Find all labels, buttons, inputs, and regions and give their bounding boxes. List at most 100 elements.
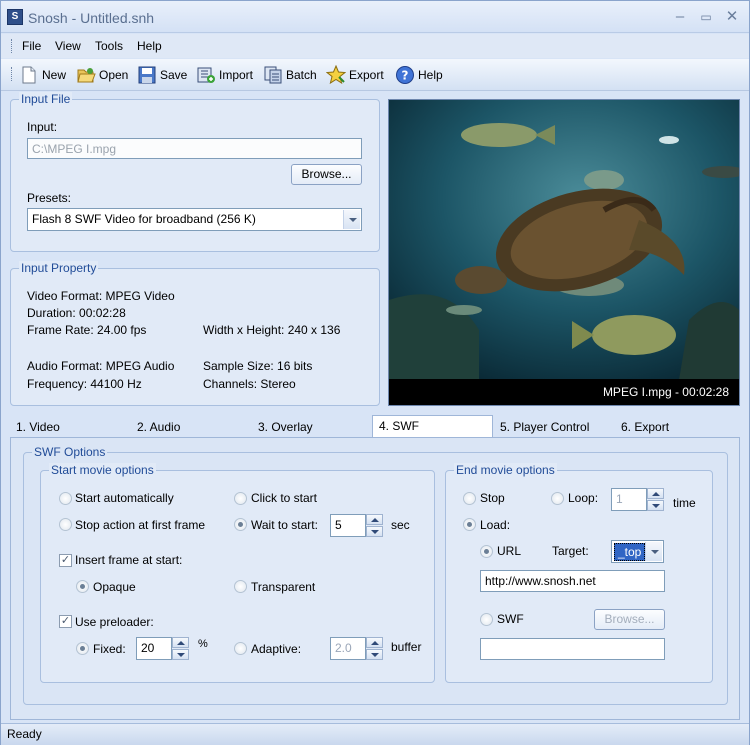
frame-rate-text: Frame Rate: 24.00 fps xyxy=(27,323,147,337)
start-automatically-label[interactable]: Start automatically xyxy=(75,491,174,505)
audio-format-text: Audio Format: MPEG Audio xyxy=(27,359,175,373)
wait-to-start-label[interactable]: Wait to start: xyxy=(251,518,318,532)
click-to-start-label[interactable]: Click to start xyxy=(251,491,317,505)
end-stop-radio[interactable] xyxy=(463,492,476,505)
menu-view[interactable]: View xyxy=(55,39,81,53)
open-folder-icon xyxy=(77,68,96,83)
import-label: Import xyxy=(219,68,254,82)
tab-swf[interactable]: 4. SWF xyxy=(372,415,493,438)
wait-seconds-spinner[interactable] xyxy=(366,514,383,537)
help-icon: ? xyxy=(396,66,414,84)
tab-video[interactable]: 1. Video xyxy=(10,418,128,438)
target-dropdown[interactable]: _top xyxy=(611,540,664,563)
tab-player-control[interactable]: 5. Player Control xyxy=(494,418,612,438)
use-preloader-checkbox[interactable]: ✓ xyxy=(59,615,72,628)
end-load-label[interactable]: Load: xyxy=(480,518,510,532)
duration-text: Duration: 00:02:28 xyxy=(27,306,126,320)
input-property-group-label: Input Property xyxy=(19,261,99,275)
adaptive-label[interactable]: Adaptive: xyxy=(251,642,301,656)
end-movie-options-label: End movie options xyxy=(454,463,557,477)
batch-label: Batch xyxy=(286,68,317,82)
adaptive-value-spinner[interactable] xyxy=(366,637,383,660)
minimize-icon[interactable]: – xyxy=(669,7,691,27)
maximize-icon[interactable]: ▭ xyxy=(695,7,717,27)
browse-swf-button[interactable]: Browse... xyxy=(594,609,665,630)
fixed-label[interactable]: Fixed: xyxy=(93,642,126,656)
app-icon: S xyxy=(7,9,23,25)
load-url-label[interactable]: URL xyxy=(497,544,521,558)
import-icon xyxy=(197,67,215,83)
target-value: _top xyxy=(614,543,646,561)
stop-first-frame-label[interactable]: Stop action at first frame xyxy=(75,518,205,532)
export-label: Export xyxy=(349,68,384,82)
loop-unit-label: time xyxy=(673,496,696,510)
app-window: S Snosh - Untitled.snh – ▭ ✕ File View T… xyxy=(0,0,750,745)
fixed-value-spinner[interactable] xyxy=(172,637,189,660)
swf-path-field[interactable] xyxy=(480,638,665,660)
save-icon xyxy=(138,66,156,84)
presets-value: Flash 8 SWF Video for broadband (256 K) xyxy=(32,212,256,226)
new-label: New xyxy=(42,68,67,82)
input-path-field[interactable]: C:\MPEG I.mpg xyxy=(27,138,362,159)
title-bar[interactable]: S Snosh - Untitled.snh – ▭ ✕ xyxy=(1,1,749,33)
tab-export[interactable]: 6. Export xyxy=(615,418,733,438)
input-label: Input: xyxy=(27,120,58,134)
end-loop-label[interactable]: Loop: xyxy=(568,491,598,505)
help-button[interactable]: ? Help xyxy=(395,64,443,86)
transparent-label[interactable]: Transparent xyxy=(251,580,315,594)
tab-overlay[interactable]: 3. Overlay xyxy=(252,418,370,438)
loop-count-field[interactable]: 1 xyxy=(611,488,647,511)
fixed-value-field[interactable]: 20 xyxy=(136,637,172,660)
close-icon[interactable]: ✕ xyxy=(721,7,743,27)
import-button[interactable]: Import xyxy=(196,64,253,86)
wait-to-start-radio[interactable] xyxy=(234,518,247,531)
opaque-label[interactable]: Opaque xyxy=(93,580,136,594)
svg-text:?: ? xyxy=(402,69,409,83)
channels-text: Channels: Stereo xyxy=(203,377,296,391)
adaptive-value-field[interactable]: 2.0 xyxy=(330,637,366,660)
wait-seconds-field[interactable]: 5 xyxy=(330,514,366,537)
fixed-radio[interactable] xyxy=(76,642,89,655)
end-stop-label[interactable]: Stop xyxy=(480,491,505,505)
video-caption: MPEG I.mpg - 00:02:28 xyxy=(389,379,739,405)
presets-dropdown[interactable]: Flash 8 SWF Video for broadband (256 K) xyxy=(27,208,362,231)
batch-button[interactable]: Batch xyxy=(263,64,317,86)
dimensions-text: Width x Height: 240 x 136 xyxy=(203,323,341,337)
target-chevron-down-icon[interactable] xyxy=(645,542,662,561)
click-to-start-radio[interactable] xyxy=(234,492,247,505)
opaque-radio[interactable] xyxy=(76,580,89,593)
end-loop-radio[interactable] xyxy=(551,492,564,505)
loop-count-spinner[interactable] xyxy=(647,488,664,511)
chevron-down-icon[interactable] xyxy=(343,210,360,229)
new-button[interactable]: New xyxy=(19,64,66,86)
open-label: Open xyxy=(99,68,129,82)
tab-audio[interactable]: 2. Audio xyxy=(131,418,249,438)
url-field[interactable]: http://www.snosh.net xyxy=(480,570,665,592)
load-url-radio[interactable] xyxy=(480,545,493,558)
wait-unit-label: sec xyxy=(391,518,410,532)
load-swf-label[interactable]: SWF xyxy=(497,612,524,626)
insert-frame-checkbox[interactable]: ✓ xyxy=(59,554,72,567)
stop-first-frame-radio[interactable] xyxy=(59,518,72,531)
save-button[interactable]: Save xyxy=(137,64,187,86)
menu-help[interactable]: Help xyxy=(137,39,162,53)
transparent-radio[interactable] xyxy=(234,580,247,593)
menu-tools[interactable]: Tools xyxy=(95,39,123,53)
save-label: Save xyxy=(160,68,188,82)
load-swf-radio[interactable] xyxy=(480,613,493,626)
export-button[interactable]: Export xyxy=(326,64,384,86)
use-preloader-label[interactable]: Use preloader: xyxy=(75,615,154,629)
swf-options-label: SWF Options xyxy=(32,445,108,459)
video-preview[interactable]: MPEG I.mpg - 00:02:28 xyxy=(388,99,740,406)
insert-frame-label[interactable]: Insert frame at start: xyxy=(75,553,182,567)
adaptive-radio[interactable] xyxy=(234,642,247,655)
open-button[interactable]: Open xyxy=(76,64,128,86)
end-load-radio[interactable] xyxy=(463,518,476,531)
browse-input-button[interactable]: Browse... xyxy=(291,164,362,185)
status-bar: Ready xyxy=(1,723,749,745)
menu-file[interactable]: File xyxy=(22,39,41,53)
target-label: Target: xyxy=(552,544,589,558)
start-automatically-radio[interactable] xyxy=(59,492,72,505)
frequency-text: Frequency: 44100 Hz xyxy=(27,377,142,391)
sample-size-text: Sample Size: 16 bits xyxy=(203,359,313,373)
